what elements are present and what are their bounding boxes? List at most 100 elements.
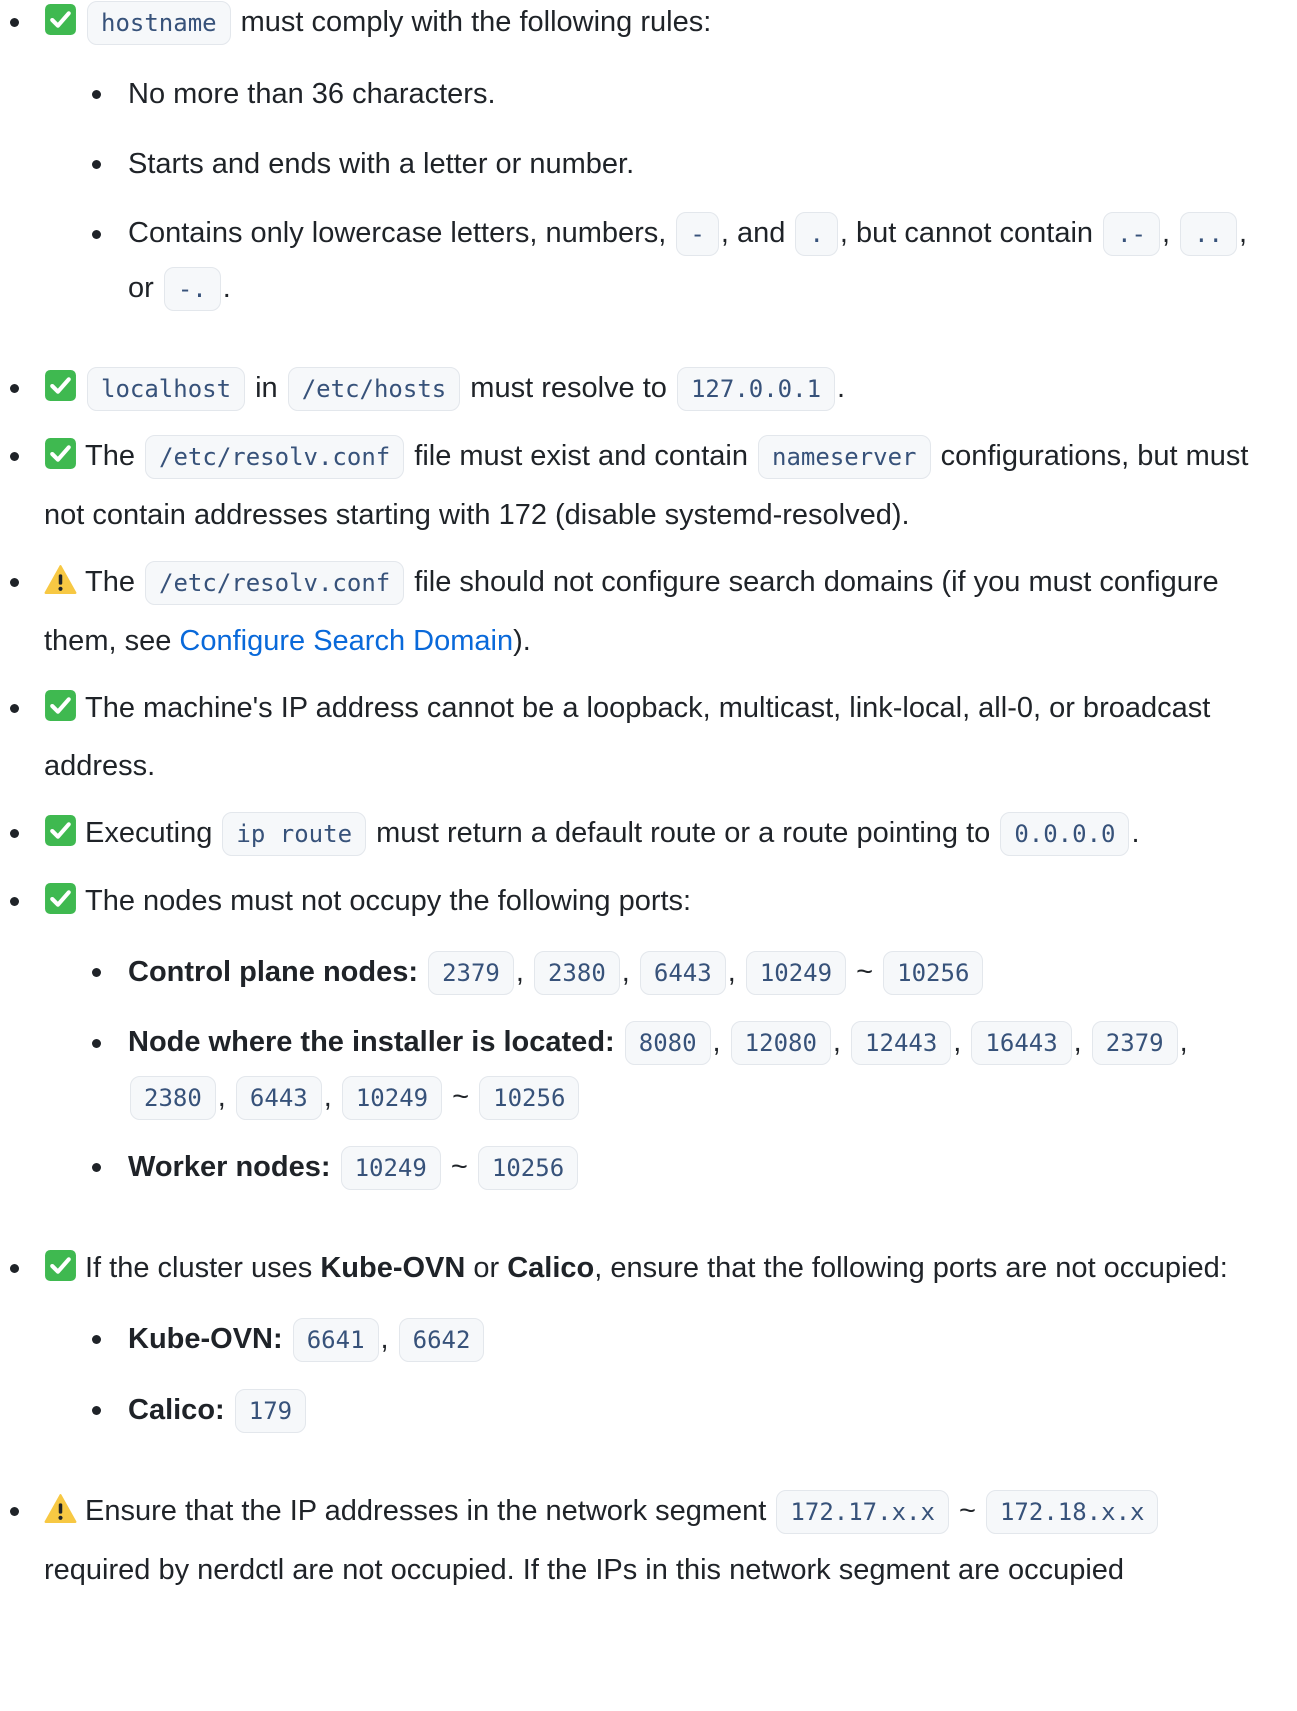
port-code: 10249 [745,951,847,995]
separator: , [621,956,638,988]
rule-text: Starts and ends with a letter or number. [128,148,635,180]
check-icon [44,1249,77,1282]
separator: ~ [848,956,882,988]
inline-code: hostname [87,1,231,45]
rule-item: Starts and ends with a letter or number. [44,136,1267,192]
text: The [85,440,144,472]
text: , ensure that the following ports are no… [594,1252,1228,1284]
port-code: 6443 [639,951,726,995]
text: ). [513,625,531,657]
list-item-ip-route: Executing ip route must return a default… [0,804,1297,863]
list-item-search-domain: The /etc/resolv.conf file should not con… [0,553,1297,670]
inline-code: 172.18.x.x [985,1490,1159,1534]
text: must return a default route or a route p… [368,817,999,849]
inline-code: 127.0.0.1 [676,367,836,411]
port-code: 6642 [398,1318,485,1362]
cni-ports-list: Kube-OVN: 6641, 6642 Calico: 179 [44,1311,1267,1439]
text: in [247,372,286,404]
port-group-label: Control plane nodes: [128,956,418,988]
rule-text: No more than 36 characters. [128,78,496,110]
text: The machine's IP address cannot be a loo… [44,692,1211,782]
list-item-ip-address: The machine's IP address cannot be a loo… [0,679,1297,795]
inline-code: nameserver [758,435,931,479]
port-code: 2380 [130,1076,216,1120]
inline-code: -. [163,267,221,311]
separator: , [323,1081,340,1113]
separator: ~ [442,1151,476,1183]
port-code: 179 [234,1389,307,1433]
check-icon [44,689,77,722]
rule-text: , but cannot contain [839,217,1102,249]
list-item-nerdctl-segment: Ensure that the IP addresses in the netw… [0,1482,1297,1599]
list-item-resolv-nameserver: The /etc/resolv.conf file must exist and… [0,427,1297,544]
worker-node-ports: Worker nodes: 10249 ~ 10256 [44,1139,1267,1196]
port-group-label: Kube-OVN: [128,1323,283,1355]
separator: , [953,1026,970,1058]
text: . [1131,817,1140,849]
separator: ~ [950,1495,984,1527]
warning-icon [44,563,77,596]
separator: , [1179,1026,1188,1058]
port-code: 2379 [1091,1021,1178,1065]
separator: . [222,272,231,304]
text: The [85,566,144,598]
port-code: 10256 [477,1146,579,1190]
port-group-label: Worker nodes: [128,1151,331,1183]
installer-node-ports: Node where the installer is located: 808… [44,1015,1267,1125]
list-item-node-ports: The nodes must not occupy the following … [0,872,1297,1230]
separator: , [515,956,532,988]
text: or [465,1252,508,1284]
configure-search-domain-link[interactable]: Configure Search Domain [179,625,513,657]
separator: , [1161,217,1179,249]
port-code: 12443 [851,1021,952,1065]
text: The nodes must not occupy the following … [85,885,692,917]
requirements-list: hostname must comply with the following … [0,0,1297,1599]
warning-icon [44,1492,77,1525]
port-group-label: Calico: [128,1394,225,1426]
rule-text: , and [720,217,794,249]
inline-code: ip route [222,812,367,856]
inline-code: 0.0.0.0 [1000,812,1130,856]
text: Executing [85,817,221,849]
separator: , [727,956,744,988]
check-icon [44,3,77,36]
port-code: 12080 [730,1021,831,1065]
inline-code: . [795,212,838,256]
inline-code: /etc/resolv.conf [145,435,405,479]
inline-code: .. [1180,212,1238,256]
check-icon [44,814,77,847]
check-icon [44,369,77,402]
port-code: 6641 [292,1318,379,1362]
inline-code: .- [1103,212,1160,256]
kube-ovn-ports: Kube-OVN: 6641, 6642 [44,1311,1267,1368]
check-icon [44,437,77,470]
port-code: 8080 [624,1021,711,1065]
separator: ~ [444,1081,478,1113]
separator: , [217,1081,234,1113]
port-code: 10256 [479,1076,580,1120]
document: hostname must comply with the following … [0,0,1297,1608]
rule-text: Contains only lowercase letters, numbers… [128,217,675,249]
port-code: 10249 [341,1076,443,1120]
port-code: 6443 [235,1076,322,1120]
node-ports-list: Control plane nodes: 2379, 2380, 6443, 1… [44,944,1267,1196]
control-plane-ports: Control plane nodes: 2379, 2380, 6443, 1… [44,944,1267,1001]
text: required by nerdctl are not occupied. If… [44,1554,1125,1586]
list-item-cni-ports: If the cluster uses Kube-OVN or Calico, … [0,1239,1297,1473]
calico-ports: Calico: 179 [44,1382,1267,1439]
port-code: 2380 [533,951,620,995]
text: . [837,372,846,404]
separator: , [832,1026,850,1058]
rule-item: No more than 36 characters. [44,66,1267,122]
list-item-hostname: hostname must comply with the following … [0,0,1297,350]
inline-code: /etc/hosts [287,367,461,411]
check-icon [44,882,77,915]
inline-code: - [676,212,719,256]
list-item-localhost: localhost in /etc/hosts must resolve to … [0,359,1297,418]
port-code: 10256 [883,951,984,995]
port-code: 2379 [428,951,514,995]
separator: , [380,1323,397,1355]
inline-code: 172.17.x.x [776,1490,949,1534]
bold-text: Calico [507,1252,595,1284]
inline-code: localhost [87,367,246,411]
